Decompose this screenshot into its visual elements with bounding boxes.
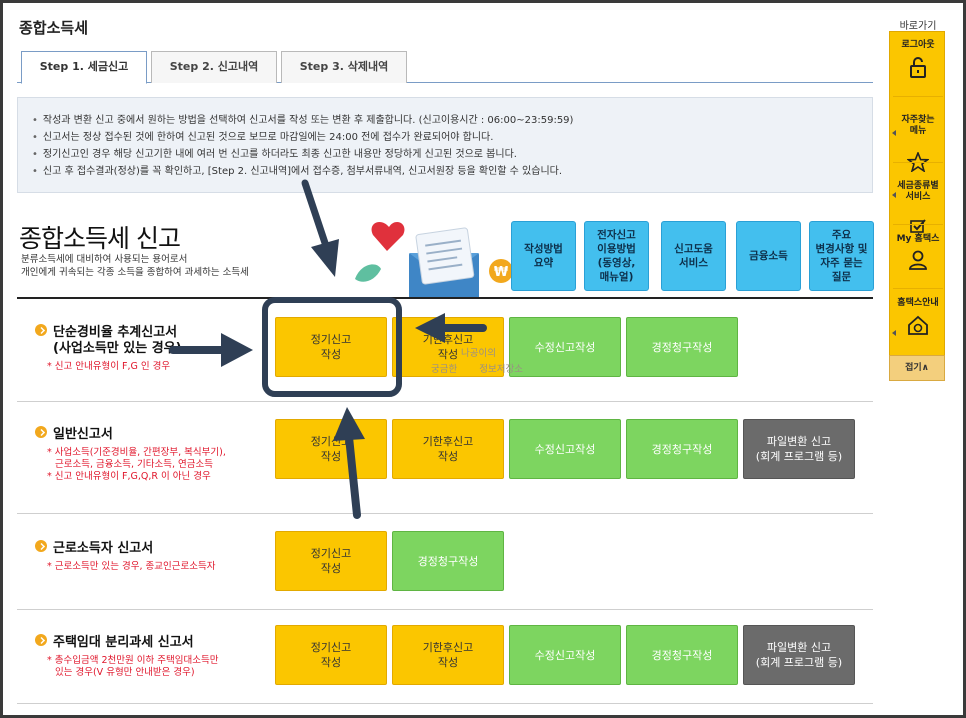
refund-claim-button[interactable]: 경정청구작성 — [626, 419, 738, 479]
section-note: 근로소득, 금융소득, 기타소득, 연금소득 — [55, 459, 213, 470]
section-title: 근로소득자 신고서 — [35, 537, 153, 556]
section-note: * 신고 안내유형이 F,G,Q,R 이 아닌 경우 — [47, 471, 211, 482]
section-title: 주택임대 분리과세 신고서 — [35, 631, 194, 650]
tax-illustration: ₩ — [355, 221, 513, 299]
app-frame: 종합소득세 Step 1. 세금신고 Step 2. 신고내역 Step 3. … — [3, 3, 963, 715]
regular-filing-button[interactable]: 정기신고 작성 — [275, 317, 387, 377]
chevron-left-icon — [892, 330, 896, 336]
sidebar-panel: 로그아웃 자주찾는 메뉴 세금종류별 서비스 My 홈택스 홈택스안내 — [889, 31, 945, 381]
regular-filing-button[interactable]: 정기신고 작성 — [275, 419, 387, 479]
chevron-left-icon — [892, 130, 896, 136]
section-note: * 사업소득(기준경비율, 간편장부, 복식부기), — [47, 447, 226, 458]
quick-button-faq[interactable]: 주요 변경사항 및 자주 묻는 질문 — [809, 221, 874, 291]
hero-divider — [17, 297, 873, 299]
notice-item: 정기신고인 경우 해당 신고기한 내에 여러 번 신고를 하더라도 최종 신고한… — [32, 146, 872, 163]
refund-claim-button[interactable]: 경정청구작성 — [626, 317, 738, 377]
hero-subtitle-line: 개인에게 귀속되는 각종 소득을 종합하여 과세하는 소득세 — [21, 267, 249, 278]
quick-button-help[interactable]: 신고도움 서비스 — [661, 221, 726, 291]
quick-link-sidebar: 바로가기 로그아웃 자주찾는 메뉴 세금종류별 서비스 My 홈택스 홈택스안내… — [887, 3, 963, 715]
sidebar-item-logout[interactable]: 로그아웃 — [890, 40, 946, 79]
sidebar-item-my-hometax[interactable]: My 홈택스 — [890, 234, 946, 271]
notice-box: 작성과 변환 신고 중에서 원하는 방법을 선택하여 신고서를 작성 또는 변환… — [17, 97, 873, 193]
hero-title: 종합소득세 신고 — [19, 224, 181, 253]
quick-button-guide[interactable]: 작성방법 요약 — [511, 221, 576, 291]
tab-step3[interactable]: Step 3. 삭제내역 — [281, 51, 407, 83]
tab-step1[interactable]: Step 1. 세금신고 — [21, 51, 147, 84]
checkbox-icon — [910, 219, 926, 233]
main-content: 종합소득세 Step 1. 세금신고 Step 2. 신고내역 Step 3. … — [17, 3, 877, 715]
svg-text:₩: ₩ — [494, 265, 509, 280]
bullet-icon — [35, 323, 47, 336]
section-divider — [17, 703, 873, 704]
unlock-icon — [910, 57, 926, 78]
collapse-button[interactable]: 접기∧ — [889, 355, 945, 381]
bullet-icon — [35, 539, 47, 552]
hero-subtitle: 분류소득세에 대비하여 사용되는 용어로서 개인에게 귀속되는 각종 소득을 종… — [21, 253, 249, 279]
regular-filing-button[interactable]: 정기신고 작성 — [275, 625, 387, 685]
sidebar-title: 바로가기 — [899, 21, 937, 32]
hero-subtitle-line: 분류소득세에 대비하여 사용되는 용어로서 — [21, 254, 188, 265]
refund-claim-button[interactable]: 경정청구작성 — [392, 531, 504, 591]
refund-claim-button[interactable]: 경정청구작성 — [626, 625, 738, 685]
chevron-left-icon — [892, 192, 896, 198]
home-guide-icon — [908, 315, 928, 335]
regular-filing-button[interactable]: 정기신고 작성 — [275, 531, 387, 591]
section-note: * 신고 안내유형이 F,G 인 경우 — [47, 361, 171, 372]
section-title: 일반신고서 — [35, 423, 113, 442]
user-icon — [909, 250, 927, 270]
late-filing-button[interactable]: 기한후신고 작성 — [392, 625, 504, 685]
notice-item: 신고 후 접수결과(정상)를 꼭 확인하고, [Step 2. 신고내역]에서 … — [32, 163, 872, 180]
page-title: 종합소득세 — [19, 19, 89, 37]
amended-filing-button[interactable]: 수정신고작성 — [509, 419, 621, 479]
bullet-icon — [35, 425, 47, 438]
amended-filing-button[interactable]: 수정신고작성 — [509, 317, 621, 377]
sidebar-item-hometax-guide[interactable]: 홈택스안내 — [890, 298, 946, 337]
watermark: 나공이의 — [461, 348, 496, 359]
section-divider — [17, 513, 873, 514]
quick-button-e-filing[interactable]: 전자신고 이용방법 (동영상, 매뉴얼) — [584, 221, 649, 291]
notice-item: 작성과 변환 신고 중에서 원하는 방법을 선택하여 신고서를 작성 또는 변환… — [32, 112, 872, 129]
file-conversion-button[interactable]: 파일변환 신고 (회계 프로그램 등) — [743, 419, 855, 479]
late-filing-button[interactable]: 기한후신고 작성 — [392, 419, 504, 479]
section-divider — [17, 609, 873, 610]
bullet-icon — [35, 633, 47, 646]
section-note: * 총수입금액 2천만원 이하 주택임대소득만 — [47, 655, 219, 666]
tab-step2[interactable]: Step 2. 신고내역 — [151, 51, 277, 83]
file-conversion-button[interactable]: 파일변환 신고 (회계 프로그램 등) — [743, 625, 855, 685]
section-note: 있는 경우(V 유형만 안내받은 경우) — [55, 667, 195, 678]
amended-filing-button[interactable]: 수정신고작성 — [509, 625, 621, 685]
section-subtitle: (사업소득만 있는 경우) — [53, 341, 182, 356]
watermark: 궁금한 정보저장소 — [431, 364, 523, 375]
step-tabs: Step 1. 세금신고 Step 2. 신고내역 Step 3. 삭제내역 — [17, 51, 873, 84]
section-divider — [17, 401, 873, 402]
section-note: * 근로소득만 있는 경우, 종교인근로소득자 — [47, 561, 216, 572]
quick-button-financial[interactable]: 금융소득 — [736, 221, 801, 291]
notice-item: 신고서는 정상 접수된 것에 한하여 신고된 것으로 보므로 마감일에는 24:… — [32, 129, 872, 146]
